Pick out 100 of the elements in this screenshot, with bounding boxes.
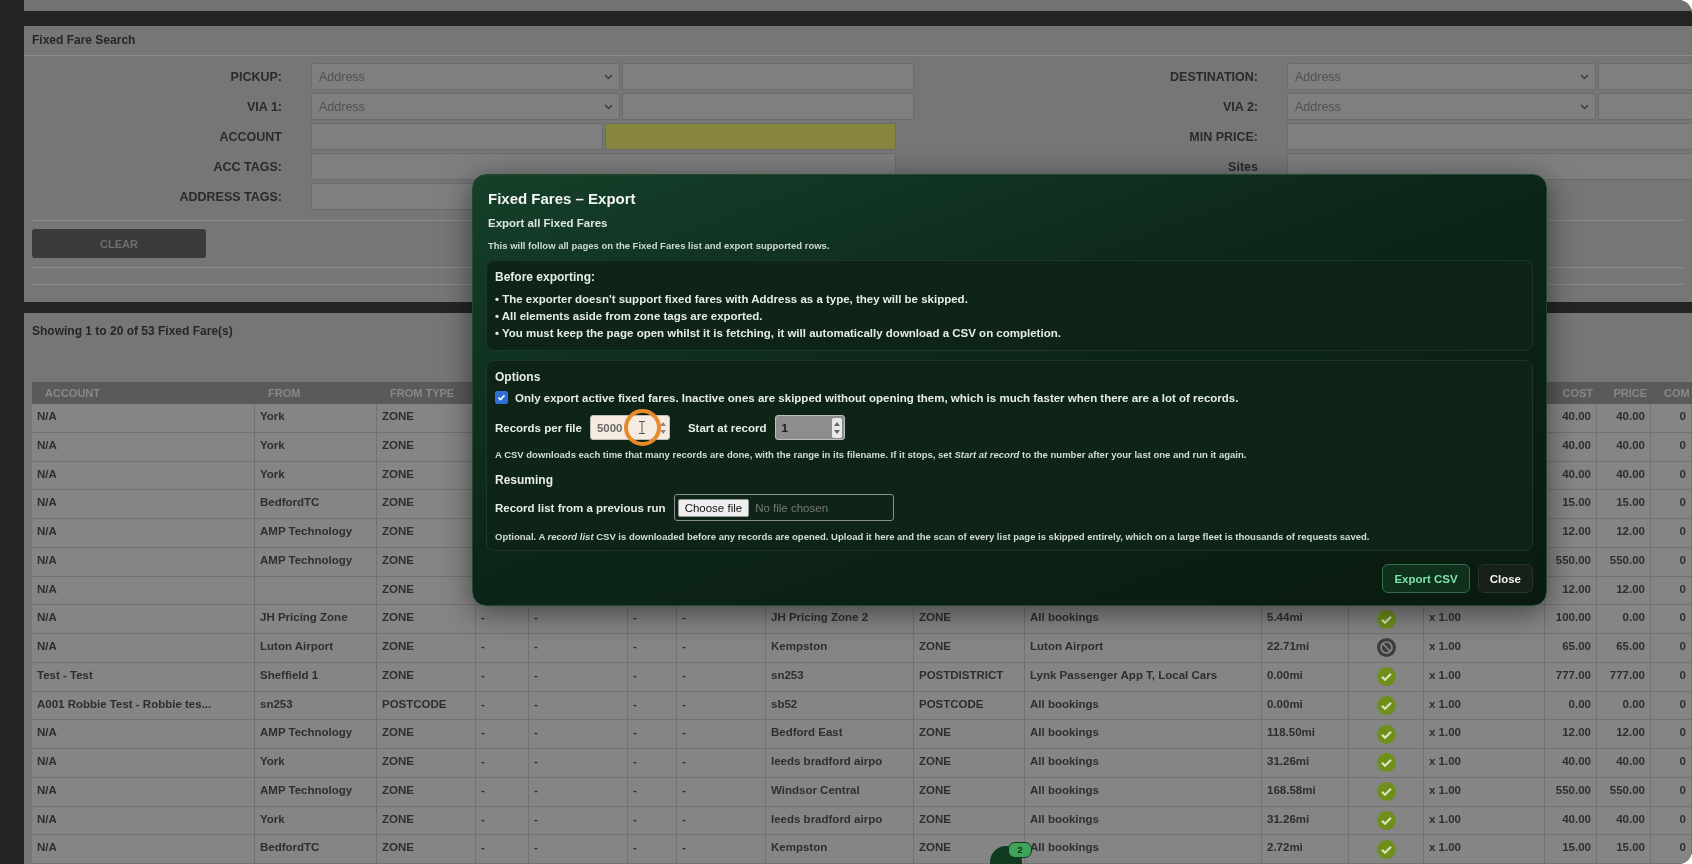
field-label: Sites	[1227, 159, 1258, 174]
table-cell: Luton Airport	[255, 634, 377, 663]
table-cell: 22.71mi	[1262, 634, 1349, 663]
table-cell: AMP Technology	[255, 777, 377, 807]
table-cell: x 1.00	[1424, 777, 1545, 807]
table-cell: 15.00	[1545, 835, 1597, 864]
table-cell: Kempston	[766, 634, 914, 663]
field-label: Start at record	[687, 421, 767, 434]
chevron-down-icon	[1580, 103, 1589, 110]
chevron-down-icon	[604, 73, 613, 80]
table-cell: -	[628, 634, 677, 663]
table-cell: -	[476, 634, 529, 663]
table-cell: x 1.00	[1424, 835, 1545, 864]
spinner-icon	[831, 417, 842, 438]
table-cell: 0	[1651, 835, 1692, 864]
table-cell: -	[529, 777, 628, 807]
bullet-text: • You must keep the page open whilst it is fetching, it will automatically download a CSV on completion.	[495, 326, 1062, 341]
table-cell: -	[529, 662, 628, 692]
table-cell: -	[677, 777, 766, 807]
table-cell: ZONE	[377, 777, 476, 807]
table-cell: 0	[1651, 634, 1692, 663]
text-cursor-icon	[638, 421, 645, 434]
table-cell: ZONE	[914, 777, 1025, 807]
table-cell: 0	[1651, 749, 1692, 778]
close-button[interactable]: Close	[1477, 564, 1533, 593]
section-heading: Options	[495, 370, 542, 384]
table-cell: Lynk Passenger App T, Local Cars	[1025, 662, 1262, 692]
field-label: ACCOUNT	[218, 129, 282, 144]
table-cell: Test - Test	[32, 662, 255, 692]
chevron-down-icon	[604, 103, 613, 110]
chevron-down-icon	[1580, 73, 1589, 80]
table-cell: 15.00	[1597, 835, 1651, 864]
field-label: ACC TAGS:	[212, 159, 282, 174]
choose-file-button[interactable]: Choose file	[677, 498, 750, 517]
export-button[interactable]: Export CSV	[1382, 564, 1470, 593]
table-cell: POSTDISTRICT	[914, 662, 1025, 692]
table-cell: x 1.00	[1424, 634, 1545, 663]
table-cell: -	[677, 835, 766, 864]
table-cell: Luton Airport	[1025, 634, 1262, 663]
table-cell: -	[628, 662, 677, 692]
table-cell: 0	[1651, 519, 1692, 548]
table-cell: N/A	[32, 519, 255, 548]
field-label: VIA 2:	[1222, 99, 1258, 114]
number-input[interactable]: 1	[774, 415, 845, 440]
text-input[interactable]	[604, 123, 896, 150]
table-cell: ZONE	[914, 634, 1025, 663]
dialog-title: Fixed Fares – Export	[488, 190, 637, 207]
table-cell: -	[476, 777, 529, 807]
table-cell: 2.72mi	[1262, 835, 1349, 864]
table-cell: -	[628, 835, 677, 864]
field-label: Record list from a previous run	[495, 501, 666, 514]
bullet-text: • All elements aside from zone tags are exported.	[495, 309, 764, 324]
help-text: Optional. A record list CSV is downloaded before any records are opened. Upload it here and the scan of every list page is skipped entirely, which on a large fleet is thousands of requests saved.	[495, 531, 1371, 542]
table-cell: 0	[1651, 662, 1692, 692]
table-cell: 65.00	[1545, 634, 1597, 663]
table-cell: Sheffield 1	[255, 662, 377, 692]
table-cell: 0	[1651, 547, 1692, 577]
table-cell: AMP Technology	[255, 547, 377, 577]
table-cell: ZONE	[377, 634, 476, 663]
table-cell: N/A	[32, 634, 255, 663]
table-cell: ZONE	[377, 835, 476, 864]
table-cell: ZONE	[377, 749, 476, 778]
table-cell: 550.00	[1545, 777, 1597, 807]
field-label: PICKUP:	[229, 69, 282, 84]
checkbox-label: Only export active fixed fares. Inactive ones are skipped without opening them, which is much faster when there are a lot of records.	[515, 391, 1239, 404]
results-summary: Showing 1 to 20 of 53 Fixed Fare(s)	[32, 324, 233, 338]
table-cell: 550.00	[1597, 547, 1651, 577]
table-cell: ZONE	[377, 662, 476, 692]
table-cell: -	[529, 835, 628, 864]
table-cell: 12.00	[1597, 519, 1651, 548]
table-cell: York	[255, 749, 377, 778]
table-cell: -	[677, 634, 766, 663]
table-cell: -	[529, 634, 628, 663]
checkbox[interactable]	[495, 391, 508, 404]
table-cell: N/A	[32, 433, 255, 462]
table-cell: Kempston	[766, 835, 914, 864]
table-cell: -	[476, 749, 529, 778]
table-cell: BedfordTC	[255, 835, 377, 864]
table-cell: 31.26mi	[1262, 749, 1349, 778]
table-cell: 65.00	[1597, 634, 1651, 663]
file-status: No file chosen	[755, 501, 829, 514]
file-input[interactable]: Choose file No file chosen	[673, 494, 894, 521]
checkmark-icon	[497, 393, 506, 402]
table-cell: 0	[1651, 433, 1692, 462]
table-cell: -	[677, 662, 766, 692]
table-cell: 550.00	[1597, 777, 1651, 807]
table-cell: N/A	[32, 404, 255, 433]
table-cell: x 1.00	[1424, 662, 1545, 692]
help-text: A CSV downloads each time that many records are done, with the range in its filename. If it stops, set Start at record to the number after your last one and run it again.	[495, 449, 1248, 460]
field-label: ADDRESS TAGS:	[178, 189, 282, 204]
field-label: MIN PRICE:	[1188, 129, 1258, 144]
field-label: VIA 1:	[246, 99, 282, 114]
table-cell: -	[476, 662, 529, 692]
table-cell: leeds bradford airpo	[766, 749, 914, 778]
table-cell: x 1.00	[1424, 749, 1545, 778]
table-cell: N/A	[32, 835, 255, 864]
table-cell: 40.00	[1545, 749, 1597, 778]
table-cell: 777.00	[1597, 662, 1651, 692]
table-cell: AMP Technology	[255, 519, 377, 548]
table-cell: -	[677, 749, 766, 778]
